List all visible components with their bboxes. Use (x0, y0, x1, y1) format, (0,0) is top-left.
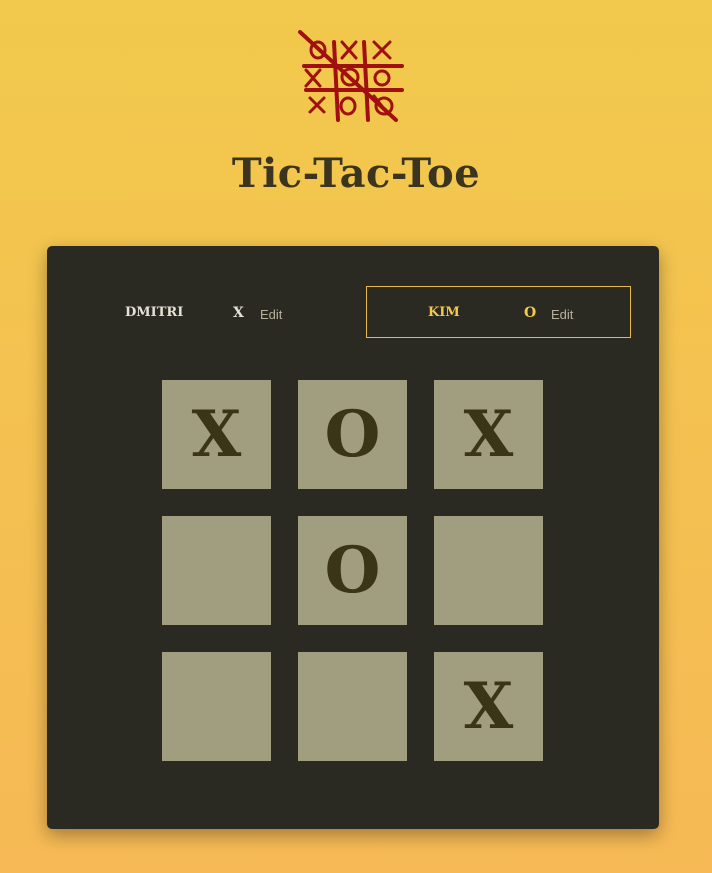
player-1-name: DMITRI (125, 305, 184, 320)
page-title: Tic-Tac-Toe (231, 150, 481, 197)
player-1-edit-button[interactable]: Edit (260, 307, 282, 322)
board-cell-1[interactable]: X (162, 380, 271, 489)
game-board: X O X O X (162, 380, 543, 761)
player-2-edit-button[interactable]: Edit (551, 307, 573, 322)
board-cell-2[interactable]: O (298, 380, 407, 489)
board-cell-3[interactable]: X (434, 380, 543, 489)
player-1-symbol: X (233, 305, 244, 321)
board-cell-6[interactable] (434, 516, 543, 625)
board-cell-5[interactable]: O (298, 516, 407, 625)
board-cell-9[interactable]: X (434, 652, 543, 761)
board-cell-8[interactable] (298, 652, 407, 761)
player-2-card-active: KIM O Edit (366, 286, 631, 338)
tic-tac-toe-logo-icon (296, 28, 410, 124)
board-cell-4[interactable] (162, 516, 271, 625)
game-panel: DMITRI X Edit KIM O Edit X O X O X (47, 246, 659, 829)
player-2-symbol: O (524, 305, 537, 321)
board-cell-7[interactable] (162, 652, 271, 761)
player-1-card: DMITRI X Edit (74, 286, 339, 338)
player-2-name: KIM (428, 305, 460, 320)
